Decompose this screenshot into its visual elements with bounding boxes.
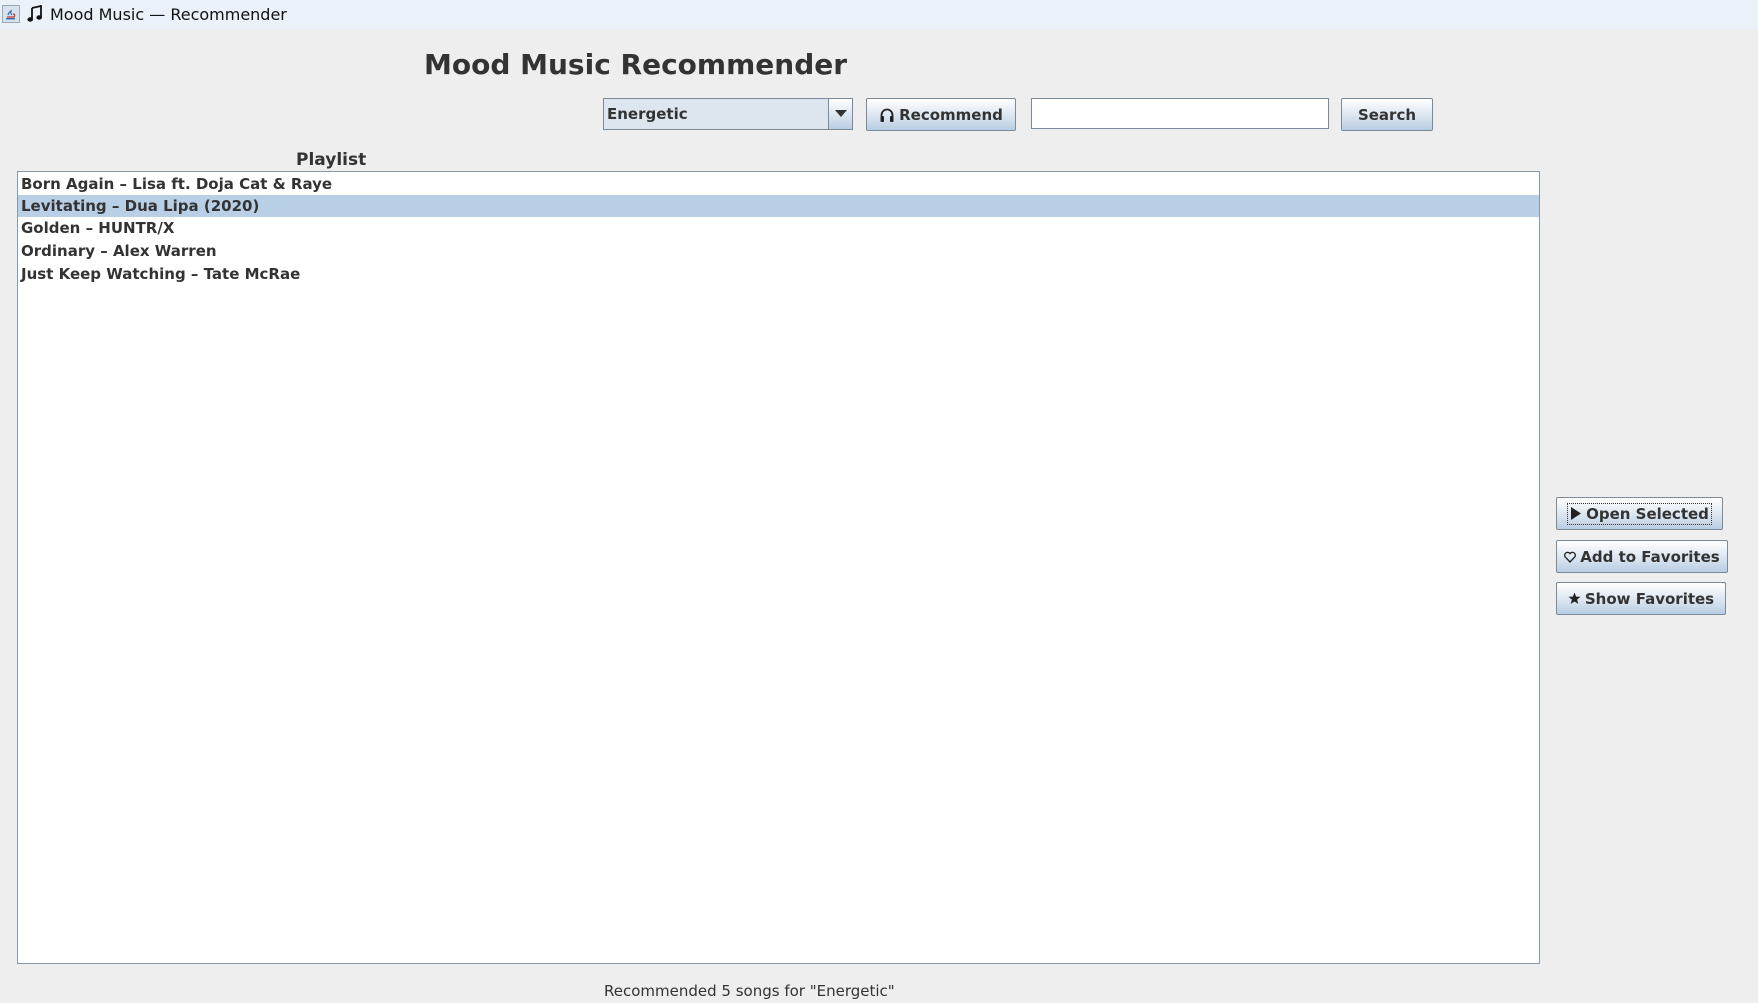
list-item[interactable]: Born Again – Lisa ft. Doja Cat & Raye — [18, 173, 1539, 195]
show-favorites-button[interactable]: Show Favorites — [1556, 582, 1726, 615]
search-input[interactable] — [1031, 98, 1329, 129]
search-button[interactable]: Search — [1341, 98, 1433, 131]
mood-dropdown-value: Energetic — [607, 105, 688, 123]
star-icon — [1568, 592, 1581, 605]
heart-icon — [1564, 551, 1577, 563]
recommend-button[interactable]: Recommend — [866, 98, 1016, 131]
recommend-button-label: Recommend — [899, 105, 1003, 124]
playlist-list[interactable]: Born Again – Lisa ft. Doja Cat & Raye Le… — [17, 171, 1540, 964]
headphones-icon — [879, 107, 895, 123]
open-selected-button[interactable]: Open Selected — [1556, 497, 1723, 530]
music-note-icon — [27, 4, 43, 28]
focus-ring: Open Selected — [1567, 502, 1712, 525]
page-title: Mood Music Recommender — [424, 48, 848, 81]
window-title: Mood Music — Recommender — [50, 5, 287, 24]
mood-dropdown[interactable]: Energetic — [603, 98, 853, 130]
search-button-label: Search — [1357, 105, 1417, 124]
list-item[interactable]: Just Keep Watching – Tate McRae — [18, 263, 1539, 285]
add-to-favorites-button[interactable]: Add to Favorites — [1556, 540, 1728, 573]
list-item[interactable]: Ordinary – Alex Warren — [18, 240, 1539, 262]
title-bar: Mood Music — Recommender — [0, 0, 1758, 29]
play-icon — [1570, 507, 1582, 520]
playlist-label: Playlist — [296, 150, 367, 170]
list-item-selected[interactable]: Levitating – Dua Lipa (2020) — [18, 195, 1539, 217]
java-icon — [2, 5, 20, 23]
status-text: Recommended 5 songs for "Energetic" — [604, 982, 895, 1000]
add-to-favorites-label: Add to Favorites — [1580, 547, 1720, 566]
chevron-down-icon[interactable] — [828, 99, 852, 129]
open-selected-label: Open Selected — [1586, 504, 1709, 523]
show-favorites-label: Show Favorites — [1584, 589, 1715, 608]
list-item[interactable]: Golden – HUNTR/X — [18, 217, 1539, 239]
